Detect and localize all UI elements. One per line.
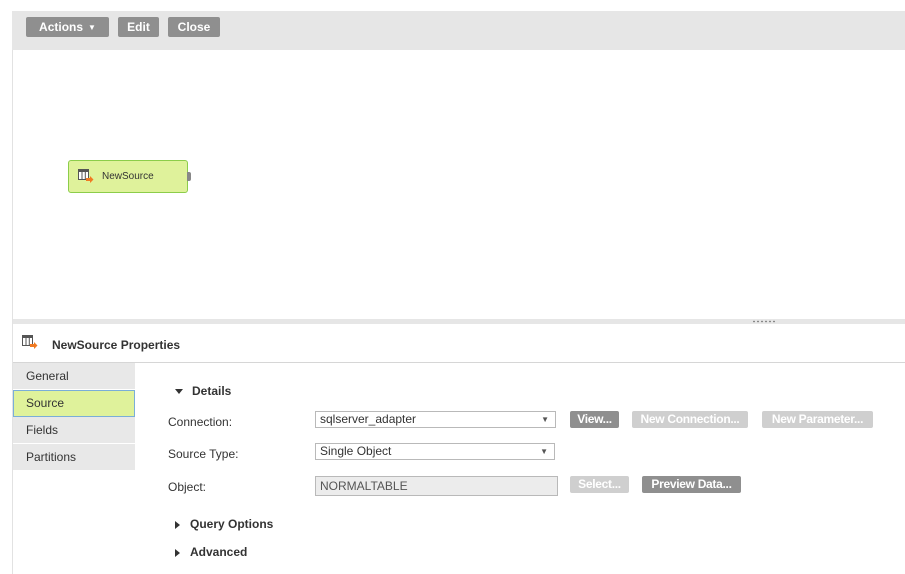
- left-margin: [0, 0, 12, 574]
- properties-title: NewSource Properties: [52, 338, 181, 352]
- connection-label: Connection:: [168, 415, 233, 429]
- preview-data-button[interactable]: Preview Data...: [642, 476, 741, 493]
- source-type-label: Source Type:: [168, 447, 239, 461]
- details-label: Details: [192, 384, 232, 398]
- output-port[interactable]: [187, 172, 191, 181]
- source-node[interactable]: NewSource: [68, 160, 191, 193]
- query-options-label: Query Options: [190, 517, 274, 531]
- object-value: NORMALTABLE: [320, 479, 408, 493]
- dropdown-arrow-icon: ▼: [541, 415, 549, 424]
- connection-select[interactable]: sqlserver_adapter ▼: [315, 411, 556, 428]
- query-options-toggle[interactable]: Query Options: [175, 517, 273, 531]
- preview-data-label: Preview Data...: [651, 477, 732, 491]
- source-table-icon: [78, 169, 94, 186]
- view-connection-button[interactable]: View...: [570, 411, 619, 428]
- source-table-icon: [22, 335, 38, 352]
- properties-tabs: General Source Fields Partitions: [13, 363, 135, 471]
- object-label: Object:: [168, 480, 207, 494]
- new-parameter-label: New Parameter...: [771, 412, 864, 426]
- new-connection-button[interactable]: New Connection...: [632, 411, 748, 428]
- actions-label: Actions: [39, 20, 84, 34]
- tab-label: Source: [26, 396, 65, 410]
- source-node-label: NewSource: [102, 171, 154, 182]
- new-parameter-button[interactable]: New Parameter...: [762, 411, 873, 428]
- tab-partitions[interactable]: Partitions: [13, 444, 135, 471]
- tab-label: Fields: [26, 423, 59, 437]
- tab-source[interactable]: Source: [13, 390, 135, 417]
- source-type-value: Single Object: [320, 444, 392, 458]
- edit-label: Edit: [127, 20, 150, 34]
- tab-label: Partitions: [26, 450, 77, 464]
- dropdown-arrow-icon: ▼: [540, 447, 548, 456]
- new-connection-label: New Connection...: [640, 412, 740, 426]
- close-label: Close: [177, 20, 211, 34]
- connection-value: sqlserver_adapter: [320, 412, 417, 426]
- select-object-button[interactable]: Select...: [570, 476, 629, 493]
- resize-grip-icon[interactable]: [752, 320, 776, 323]
- advanced-label: Advanced: [190, 545, 248, 559]
- mapping-canvas[interactable]: NewSource: [13, 50, 905, 320]
- properties-header: NewSource Properties: [13, 324, 905, 363]
- view-label: View...: [577, 412, 612, 426]
- expand-triangle-icon: [175, 548, 180, 557]
- object-field: NORMALTABLE: [315, 476, 558, 496]
- actions-button[interactable]: Actions ▼: [26, 17, 109, 37]
- caret-down-icon: ▼: [88, 22, 96, 32]
- source-type-select[interactable]: Single Object ▼: [315, 443, 555, 460]
- collapse-triangle-icon: [175, 389, 183, 395]
- tab-label: General: [26, 369, 69, 383]
- details-section-toggle[interactable]: Details: [175, 384, 231, 398]
- edit-button[interactable]: Edit: [118, 17, 159, 37]
- toolbar: Actions ▼ Edit Close: [12, 11, 905, 50]
- select-label: Select...: [578, 477, 621, 491]
- tab-fields[interactable]: Fields: [13, 417, 135, 444]
- advanced-toggle[interactable]: Advanced: [175, 545, 247, 559]
- close-button[interactable]: Close: [168, 17, 220, 37]
- expand-triangle-icon: [175, 520, 180, 529]
- tab-general[interactable]: General: [13, 363, 135, 390]
